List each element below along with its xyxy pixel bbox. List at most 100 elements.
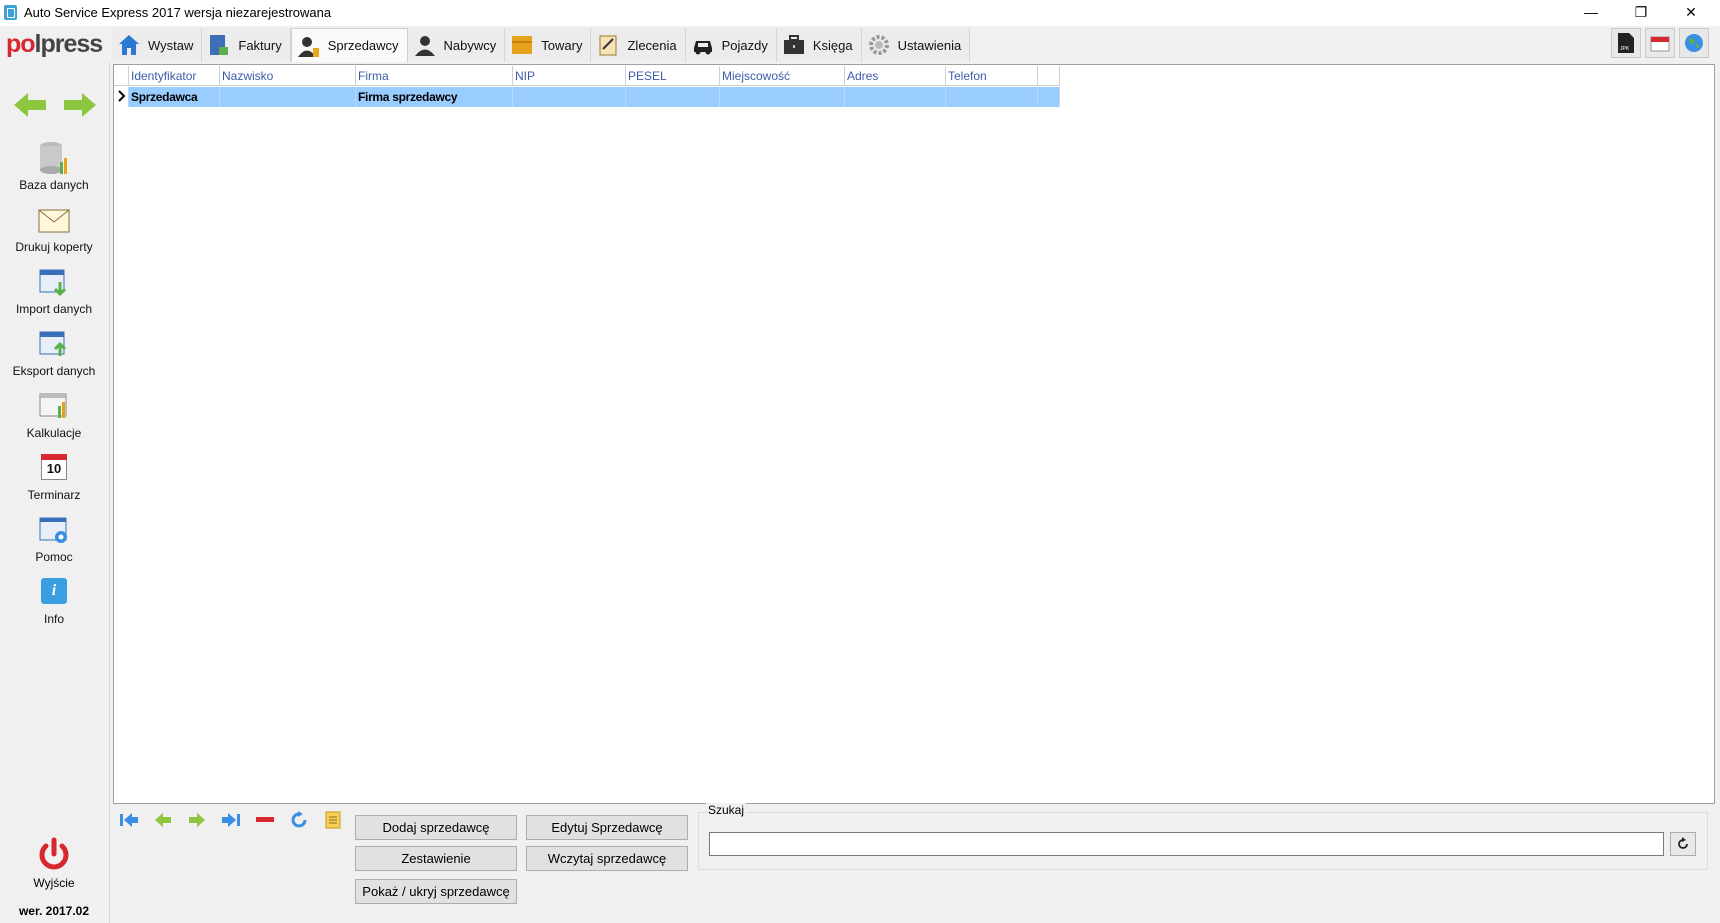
- table-cell[interactable]: [513, 87, 626, 107]
- sellers-grid: Identyfikator Nazwisko Firma NIP PESEL M…: [113, 64, 1715, 804]
- tab-zlecenia[interactable]: Zlecenia: [591, 28, 686, 62]
- table-row[interactable]: Sprzedawca Firma sprzedawcy: [114, 87, 1060, 107]
- tab-wystaw[interactable]: Wystaw: [112, 28, 203, 62]
- grid-header: Identyfikator Nazwisko Firma NIP PESEL M…: [114, 66, 1060, 86]
- calendar-icon: 10: [38, 450, 70, 486]
- column-header[interactable]: Adres: [845, 66, 946, 86]
- column-header[interactable]: NIP: [513, 66, 626, 86]
- briefcase-icon: [781, 32, 807, 58]
- tab-label: Faktury: [238, 37, 282, 53]
- sidebar-item-label: Baza danych: [19, 178, 89, 192]
- app-icon: [4, 5, 17, 20]
- tab-pojazdy[interactable]: Pojazdy: [685, 28, 777, 62]
- sidebar-item-eksport-danych[interactable]: Eksport danych: [0, 326, 108, 378]
- last-record-icon[interactable]: [219, 808, 243, 832]
- exit-button[interactable]: Wyjście: [0, 837, 108, 890]
- toggle-seller-button[interactable]: Pokaż / ukryj sprzedawcę: [355, 879, 517, 904]
- sidebar-item-label: Eksport danych: [12, 364, 96, 378]
- sidebar-item-drukuj-koperty[interactable]: Drukuj koperty: [0, 202, 108, 254]
- first-record-icon[interactable]: [117, 808, 141, 832]
- table-cell[interactable]: Firma sprzedawcy: [356, 87, 513, 107]
- table-cell[interactable]: [626, 87, 720, 107]
- jpk-button[interactable]: JPK: [1611, 28, 1641, 58]
- refresh-icon: [1678, 837, 1688, 849]
- database-icon: [38, 140, 70, 176]
- search-refresh-button[interactable]: [1670, 832, 1696, 856]
- prev-record-icon[interactable]: [151, 808, 175, 832]
- tab-label: Księga: [812, 37, 853, 53]
- table-cell[interactable]: [946, 87, 1038, 107]
- sidebar-item-import-danych[interactable]: Import danych: [0, 264, 108, 316]
- envelope-icon: [38, 202, 70, 238]
- load-seller-button[interactable]: Wczytaj sprzedawcę: [526, 846, 688, 871]
- column-header[interactable]: Miejscowość: [720, 66, 845, 86]
- edit-seller-button[interactable]: Edytuj Sprzedawcę: [526, 815, 688, 840]
- sidebar-item-pomoc[interactable]: Pomoc: [0, 512, 108, 564]
- sidebar-item-info[interactable]: i Info: [0, 574, 108, 626]
- current-row-arrow-icon: [118, 90, 126, 102]
- table-cell[interactable]: [845, 87, 946, 107]
- sidebar-item-label: Drukuj koperty: [15, 240, 93, 254]
- summary-button[interactable]: Zestawienie: [355, 846, 517, 871]
- maximize-button[interactable]: ❐: [1618, 0, 1664, 26]
- title-bar: Auto Service Express 2017 wersja niezare…: [0, 0, 1720, 26]
- table-cell[interactable]: [720, 87, 845, 107]
- column-header[interactable]: Identyfikator: [129, 66, 220, 86]
- close-button[interactable]: ✕: [1668, 0, 1714, 26]
- help-icon: [38, 512, 70, 548]
- search-label: Szukaj: [706, 803, 747, 817]
- tab-label: Zlecenia: [627, 37, 677, 53]
- window-title: Auto Service Express 2017 wersja niezare…: [24, 5, 332, 20]
- tab-faktury[interactable]: Faktury: [202, 28, 291, 62]
- column-header-filler: [1038, 66, 1060, 86]
- sidebar-item-baza-danych[interactable]: Baza danych: [0, 140, 108, 192]
- refresh-icon[interactable]: [287, 808, 311, 832]
- row-indicator-header: [114, 66, 129, 86]
- home-icon: [116, 32, 142, 58]
- version-label: wer. 2017.02: [18, 904, 90, 918]
- seller-icon: [296, 33, 322, 59]
- minimize-button[interactable]: —: [1568, 0, 1614, 26]
- sidebar-item-label: Terminarz: [27, 488, 81, 502]
- column-header[interactable]: Telefon: [946, 66, 1038, 86]
- sidebar-item-label: Info: [43, 612, 64, 626]
- tab-ustawienia[interactable]: Ustawienia: [861, 28, 971, 62]
- forward-arrow-icon[interactable]: [62, 92, 98, 118]
- sidebar-item-label: Pomoc: [35, 550, 73, 564]
- tab-nabywcy[interactable]: Nabywcy: [407, 28, 506, 62]
- column-header[interactable]: Firma: [356, 66, 513, 86]
- tab-label: Sprzedawcy: [327, 38, 399, 53]
- tab-ksiega[interactable]: Księga: [776, 28, 862, 62]
- tab-label: Wystaw: [148, 37, 194, 53]
- svg-text:JPK: JPK: [1620, 46, 1630, 52]
- globe-icon[interactable]: [1679, 28, 1709, 58]
- notes-icon[interactable]: [321, 808, 345, 832]
- table-cell-filler: [1038, 87, 1060, 107]
- table-cell[interactable]: [220, 87, 356, 107]
- column-header[interactable]: PESEL: [626, 66, 720, 86]
- sidebar-item-label: Import danych: [15, 302, 93, 316]
- exit-label: Wyjście: [33, 876, 75, 890]
- sidebar-item-label: Kalkulacje: [26, 426, 82, 440]
- tab-sprzedawcy[interactable]: Sprzedawcy: [290, 28, 408, 62]
- column-header[interactable]: Nazwisko: [220, 66, 356, 86]
- tab-label: Towary: [541, 37, 583, 53]
- export-icon: [38, 326, 70, 362]
- tab-towary[interactable]: Towary: [505, 28, 592, 62]
- tab-label: Pojazdy: [721, 37, 768, 53]
- add-seller-button[interactable]: Dodaj sprzedawcę: [355, 815, 517, 840]
- back-arrow-icon[interactable]: [12, 92, 48, 118]
- next-record-icon[interactable]: [185, 808, 209, 832]
- search-input[interactable]: [709, 832, 1664, 856]
- buyer-icon: [412, 32, 438, 58]
- sidebar: Baza danych Drukuj koperty Import danych…: [0, 62, 110, 923]
- sidebar-item-terminarz[interactable]: 10 Terminarz: [0, 450, 108, 502]
- tab-label: Ustawienia: [897, 37, 962, 53]
- calendar-red-button[interactable]: [1645, 28, 1675, 58]
- tab-label: Nabywcy: [443, 37, 497, 53]
- sidebar-item-kalkulacje[interactable]: Kalkulacje: [0, 388, 108, 440]
- table-cell[interactable]: Sprzedawca: [129, 87, 220, 107]
- gear-icon: [866, 32, 892, 58]
- delete-record-icon[interactable]: [253, 808, 277, 832]
- info-icon: i: [38, 574, 70, 610]
